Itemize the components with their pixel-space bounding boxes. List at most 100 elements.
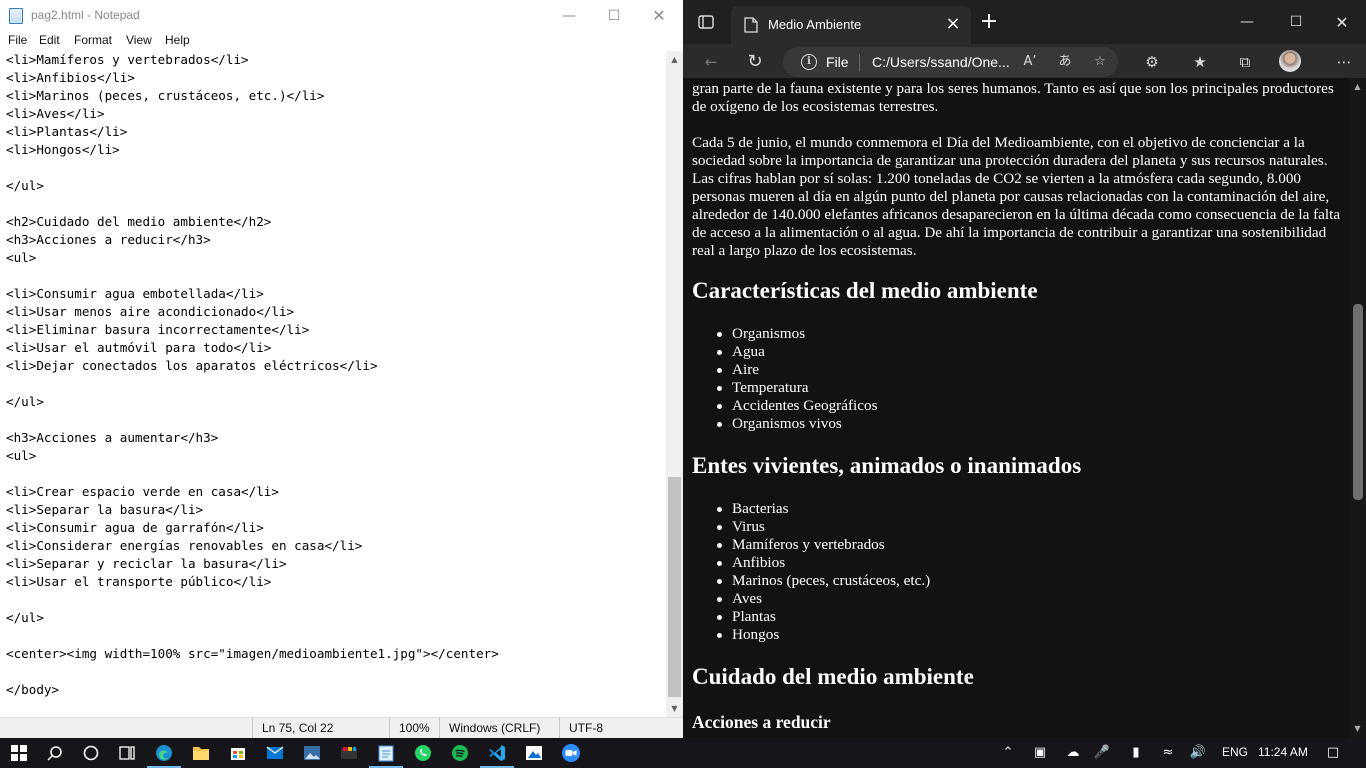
- list-item: Organismos: [716, 325, 877, 343]
- notepad-text-editor[interactable]: <li>Mamíferos y vertebrados</li> <li>Anfi…: [0, 51, 666, 717]
- favorites-icon[interactable]: ★: [1189, 51, 1211, 73]
- store-icon[interactable]: [227, 742, 249, 764]
- scrollbar-thumb[interactable]: [668, 477, 681, 697]
- battery-icon[interactable]: ▮: [1126, 743, 1146, 763]
- photos-icon[interactable]: [301, 742, 323, 764]
- taskbar: ⌃ ▣ ☁ 🎤 ▮ ≈ 🔊 ENG 11:24 AM □: [0, 738, 1366, 768]
- code-line: <li>Crear espacio verde en casa</li>: [6, 484, 279, 499]
- edge-icon[interactable]: [147, 742, 181, 768]
- tab-medio-ambiente[interactable]: Medio Ambiente ×: [731, 6, 971, 44]
- code-line: <li>Consumir agua embotellada</li>: [6, 286, 264, 301]
- list-item: Mamíferos y vertebrados: [716, 536, 930, 554]
- code-line: <li>Usar el transporte público</li>: [6, 574, 272, 589]
- start-icon[interactable]: [8, 742, 30, 764]
- scrollbar-thumb[interactable]: [1353, 304, 1363, 500]
- tab-actions-icon[interactable]: [697, 13, 715, 31]
- minimize-button[interactable]: —: [546, 0, 592, 31]
- menu-file[interactable]: File: [8, 33, 27, 47]
- notepad-window: pag2.html - Notepad — ☐ ✕ File Edit Form…: [0, 0, 683, 738]
- edge-window: Medio Ambiente × + — ☐ ✕ ← ↻ i File C:/U…: [683, 0, 1366, 738]
- heading-caracteristicas: Características del medio ambiente: [692, 278, 1038, 303]
- notepad-vertical-scrollbar[interactable]: ▲ ▼: [666, 51, 683, 717]
- read-aloud-icon[interactable]: A’: [1020, 52, 1040, 72]
- code-line: <ul>: [6, 250, 37, 265]
- heading-cuidado: Cuidado del medio ambiente: [692, 664, 974, 689]
- medioambiente-paragraph: Cada 5 de junio, el mundo conmemora el D…: [692, 134, 1341, 259]
- code-line: </ul>: [6, 394, 44, 409]
- extensions-icon[interactable]: ⚙: [1141, 51, 1163, 73]
- menu-help[interactable]: Help: [165, 33, 190, 47]
- close-tab-icon[interactable]: ×: [943, 14, 963, 34]
- info-icon[interactable]: i: [801, 54, 817, 70]
- code-line: <li>Hongos</li>: [6, 142, 120, 157]
- meet-now-icon[interactable]: ▣: [1030, 743, 1050, 763]
- encoding: UTF-8: [559, 718, 683, 738]
- cortana-icon[interactable]: [80, 742, 102, 764]
- scroll-up-icon[interactable]: ▲: [666, 51, 683, 68]
- list-item: Marinos (peces, crustáceos, etc.): [716, 572, 931, 589]
- address-separator: [859, 54, 860, 71]
- address-bar[interactable]: i File C:/Users/ssand/One... A’ あ ☆: [783, 47, 1118, 77]
- heading-entes: Entes vivientes, animados o inanimados: [692, 453, 1082, 478]
- mail-icon[interactable]: [264, 742, 286, 764]
- menu-format[interactable]: Format: [74, 33, 112, 47]
- page-vertical-scrollbar[interactable]: ▲ ▼: [1349, 78, 1366, 738]
- menu-edit[interactable]: Edit: [39, 33, 60, 47]
- file-explorer-icon[interactable]: [190, 742, 212, 764]
- web-page-content: gran parte de la fauna existente y para …: [683, 78, 1349, 738]
- url-text[interactable]: C:/Users/ssand/One...: [872, 54, 1010, 70]
- app-icon[interactable]: [338, 742, 360, 764]
- close-button[interactable]: ✕: [1319, 0, 1365, 44]
- whatsapp-icon[interactable]: [412, 742, 434, 764]
- scroll-down-icon[interactable]: ▼: [1353, 724, 1362, 733]
- vscode-icon[interactable]: [480, 742, 514, 768]
- code-line: <li>Separar la basura</li>: [6, 502, 204, 517]
- edge-tab-bar: Medio Ambiente × + — ☐ ✕: [683, 0, 1366, 44]
- language-indicator[interactable]: ENG: [1222, 745, 1248, 759]
- list-item: Agua: [716, 343, 877, 361]
- profile-avatar[interactable]: [1279, 50, 1301, 72]
- wifi-icon[interactable]: ≈: [1158, 743, 1178, 763]
- scroll-up-icon[interactable]: ▲: [1353, 82, 1362, 91]
- list-item: Bacterias: [716, 500, 930, 518]
- notepad-titlebar[interactable]: pag2.html - Notepad — ☐ ✕: [0, 0, 683, 31]
- spotify-icon[interactable]: [449, 742, 471, 764]
- code-line: <h3>Acciones a aumentar</h3>: [6, 430, 219, 445]
- clock[interactable]: 11:24 AM: [1258, 745, 1308, 759]
- code-line: <li>Considerar energías renovables en ca…: [6, 538, 363, 553]
- code-line: </ul>: [6, 178, 44, 193]
- list-item: Virus: [716, 518, 930, 536]
- maximize-button[interactable]: ☐: [1273, 0, 1319, 44]
- onedrive-icon[interactable]: ☁: [1063, 743, 1083, 763]
- list-item: Hongos: [716, 626, 930, 644]
- back-icon[interactable]: ←: [700, 51, 722, 73]
- cursor-position: Ln 75, Col 22: [252, 718, 389, 738]
- scroll-down-icon[interactable]: ▼: [666, 700, 683, 717]
- close-button[interactable]: ✕: [636, 0, 682, 31]
- zoom-icon[interactable]: [560, 742, 582, 764]
- notifications-icon[interactable]: □: [1323, 743, 1343, 763]
- menu-view[interactable]: View: [126, 33, 152, 47]
- new-tab-icon[interactable]: +: [979, 11, 999, 33]
- favorite-add-icon[interactable]: ☆: [1090, 52, 1110, 72]
- minimize-button[interactable]: —: [1224, 0, 1270, 44]
- task-view-icon[interactable]: [116, 742, 138, 764]
- volume-icon[interactable]: 🔊: [1188, 743, 1208, 763]
- refresh-icon[interactable]: ↻: [744, 51, 766, 73]
- code-line: <li>Plantas</li>: [6, 124, 128, 139]
- search-icon[interactable]: [44, 742, 66, 764]
- notepad-icon[interactable]: [369, 742, 403, 768]
- maximize-button[interactable]: ☐: [591, 0, 637, 31]
- more-options-icon[interactable]: ⋯: [1333, 51, 1355, 73]
- paint-icon[interactable]: [523, 742, 545, 764]
- collections-icon[interactable]: ⧉: [1234, 51, 1256, 73]
- code-line: </body>: [6, 682, 60, 697]
- microphone-icon[interactable]: 🎤: [1092, 743, 1112, 763]
- list-item: Plantas: [716, 608, 930, 626]
- translate-icon[interactable]: あ: [1055, 52, 1075, 72]
- code-line: </ul>: [6, 610, 44, 625]
- code-line: <ul>: [6, 448, 37, 463]
- code-line: <li>Mamíferos y vertebrados</li>: [6, 52, 249, 67]
- chevron-up-icon[interactable]: ⌃: [998, 743, 1018, 763]
- code-line: <li>Dejar conectados los aparatos eléctr…: [6, 358, 378, 373]
